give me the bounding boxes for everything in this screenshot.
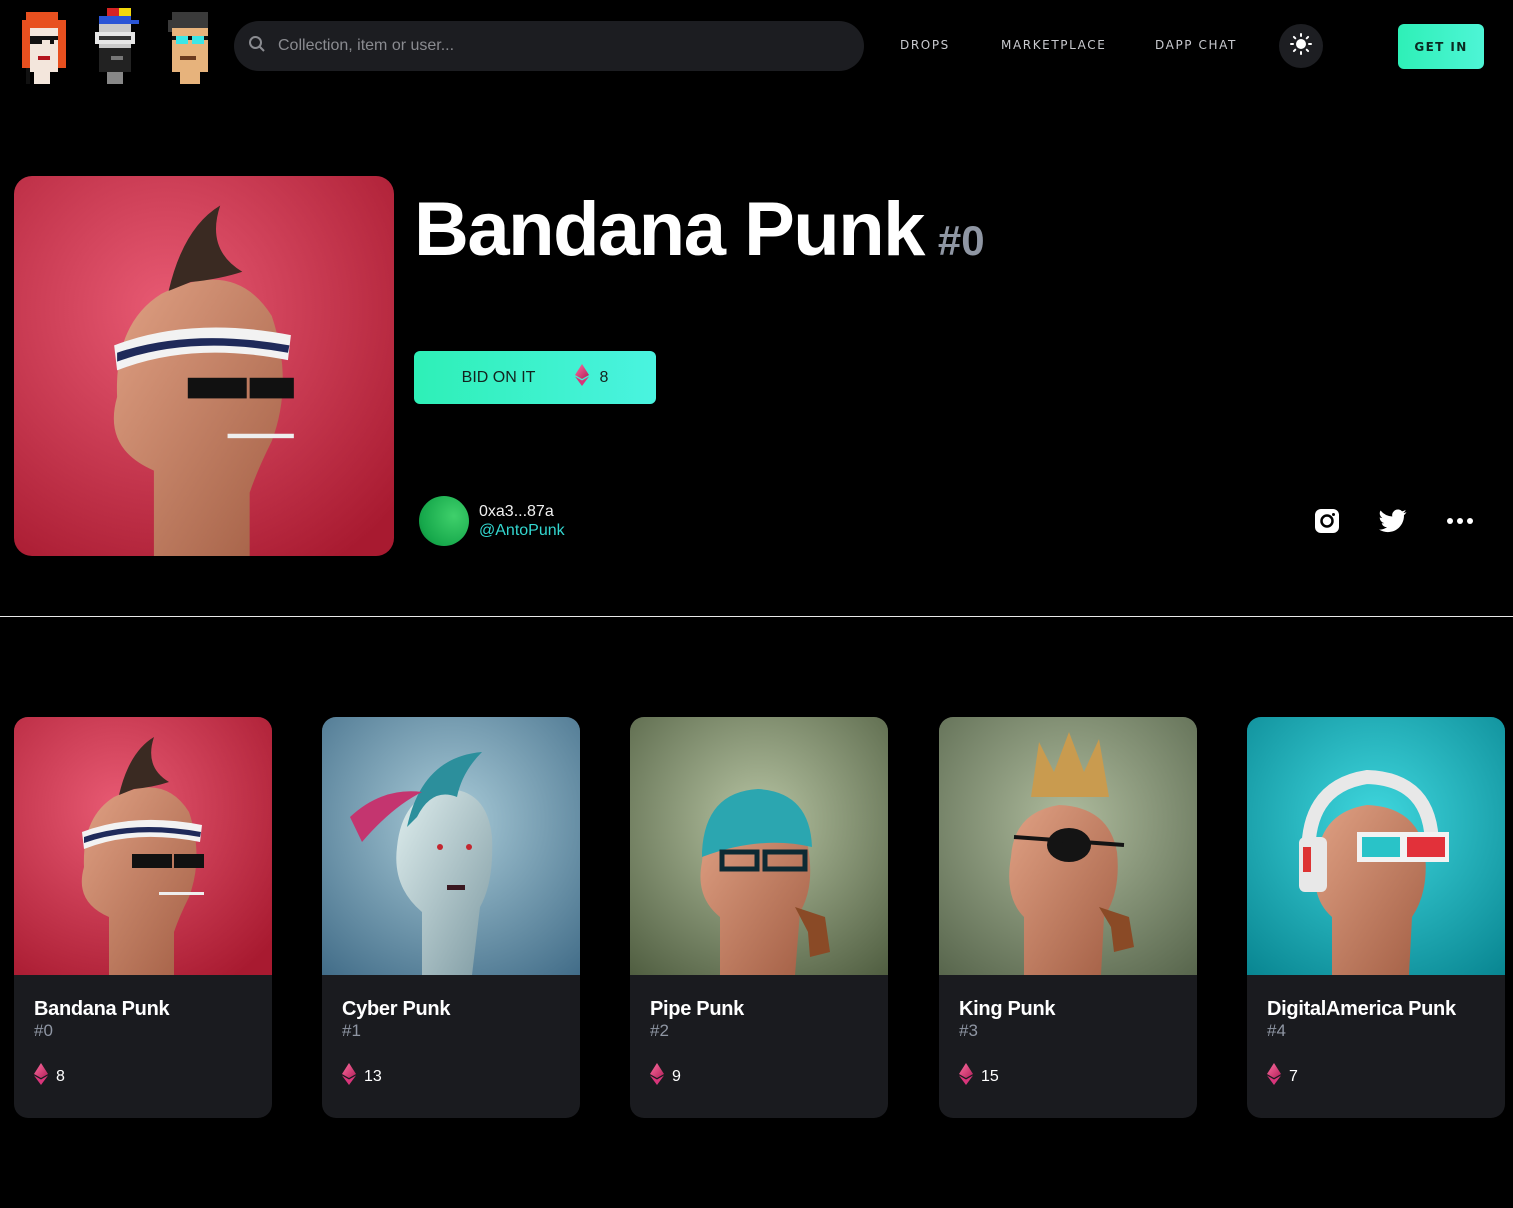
nft-card-price-value: 8 — [56, 1067, 65, 1085]
nft-card[interactable]: DigitalAmerica Punk #4 7 — [1247, 717, 1505, 1118]
theme-toggle-button[interactable] — [1279, 24, 1323, 68]
hero-nft-image — [14, 176, 394, 556]
punk-avatar-cap-goggles-icon[interactable] — [87, 8, 147, 84]
sun-icon — [1290, 32, 1312, 60]
nft-card-number: #2 — [650, 1021, 669, 1040]
punk-avatar-glasses-icon[interactable] — [160, 8, 220, 84]
nft-card-name: DigitalAmerica Punk — [1267, 998, 1456, 1020]
nft-card-price: 13 — [342, 1063, 382, 1090]
bid-button[interactable]: BID ON IT 8 — [414, 351, 656, 404]
nft-card-image — [939, 717, 1197, 975]
nft-card-price-value: 15 — [981, 1067, 999, 1085]
nft-card-image — [322, 717, 580, 975]
punk-avatar-red-hair-icon[interactable] — [14, 8, 74, 84]
nft-card-name: Bandana Punk — [34, 998, 170, 1020]
owner-address[interactable]: 0xa3...87a — [479, 503, 554, 521]
eth-icon — [959, 1063, 973, 1090]
instagram-icon[interactable] — [1311, 505, 1343, 537]
nft-card-number: #4 — [1267, 1021, 1286, 1040]
nft-card-price: 9 — [650, 1063, 681, 1090]
nft-card-price: 15 — [959, 1063, 999, 1090]
nft-card-number: #0 — [34, 1021, 53, 1040]
nft-card-price-value: 13 — [364, 1067, 382, 1085]
more-icon[interactable] — [1444, 505, 1476, 537]
search-icon — [248, 35, 266, 58]
eth-icon — [575, 364, 590, 391]
nav-marketplace[interactable]: MARKETPLACE — [1001, 38, 1106, 52]
nft-title: Bandana Punk — [414, 187, 925, 272]
search-input[interactable] — [278, 37, 838, 55]
bid-label: BID ON IT — [461, 368, 536, 386]
eth-icon — [342, 1063, 356, 1090]
nft-card-number: #3 — [959, 1021, 978, 1040]
twitter-icon[interactable] — [1377, 505, 1409, 537]
get-in-button[interactable]: GET IN — [1398, 24, 1484, 69]
search-bar[interactable] — [234, 21, 864, 71]
nft-card-price-value: 9 — [672, 1067, 681, 1085]
bid-price: 8 — [599, 368, 609, 386]
nft-number: #0 — [937, 217, 985, 264]
nav-drops[interactable]: DROPS — [900, 38, 950, 52]
nft-card-image — [630, 717, 888, 975]
eth-icon — [34, 1063, 48, 1090]
eth-icon — [1267, 1063, 1281, 1090]
nft-card[interactable]: Pipe Punk #2 9 — [630, 717, 888, 1118]
nft-card[interactable]: Bandana Punk #0 8 — [14, 717, 272, 1118]
nft-card-name: Cyber Punk — [342, 998, 451, 1020]
nft-card-name: King Punk — [959, 998, 1056, 1020]
nft-card-number: #1 — [342, 1021, 361, 1040]
section-divider — [0, 616, 1513, 617]
nft-card-image — [14, 717, 272, 975]
nft-card[interactable]: Cyber Punk #1 13 — [322, 717, 580, 1118]
nft-card-price: 7 — [1267, 1063, 1298, 1090]
nft-card-name: Pipe Punk — [650, 998, 744, 1020]
page-title: Bandana Punk #0 — [414, 186, 985, 273]
nav-dapp-chat[interactable]: DAPP CHAT — [1155, 38, 1237, 52]
nft-card-price: 8 — [34, 1063, 65, 1090]
nft-card-image — [1247, 717, 1505, 975]
owner-handle[interactable]: @AntoPunk — [479, 522, 565, 540]
nft-card[interactable]: King Punk #3 15 — [939, 717, 1197, 1118]
eth-icon — [650, 1063, 664, 1090]
nft-card-price-value: 7 — [1289, 1067, 1298, 1085]
owner-avatar[interactable] — [419, 496, 469, 546]
